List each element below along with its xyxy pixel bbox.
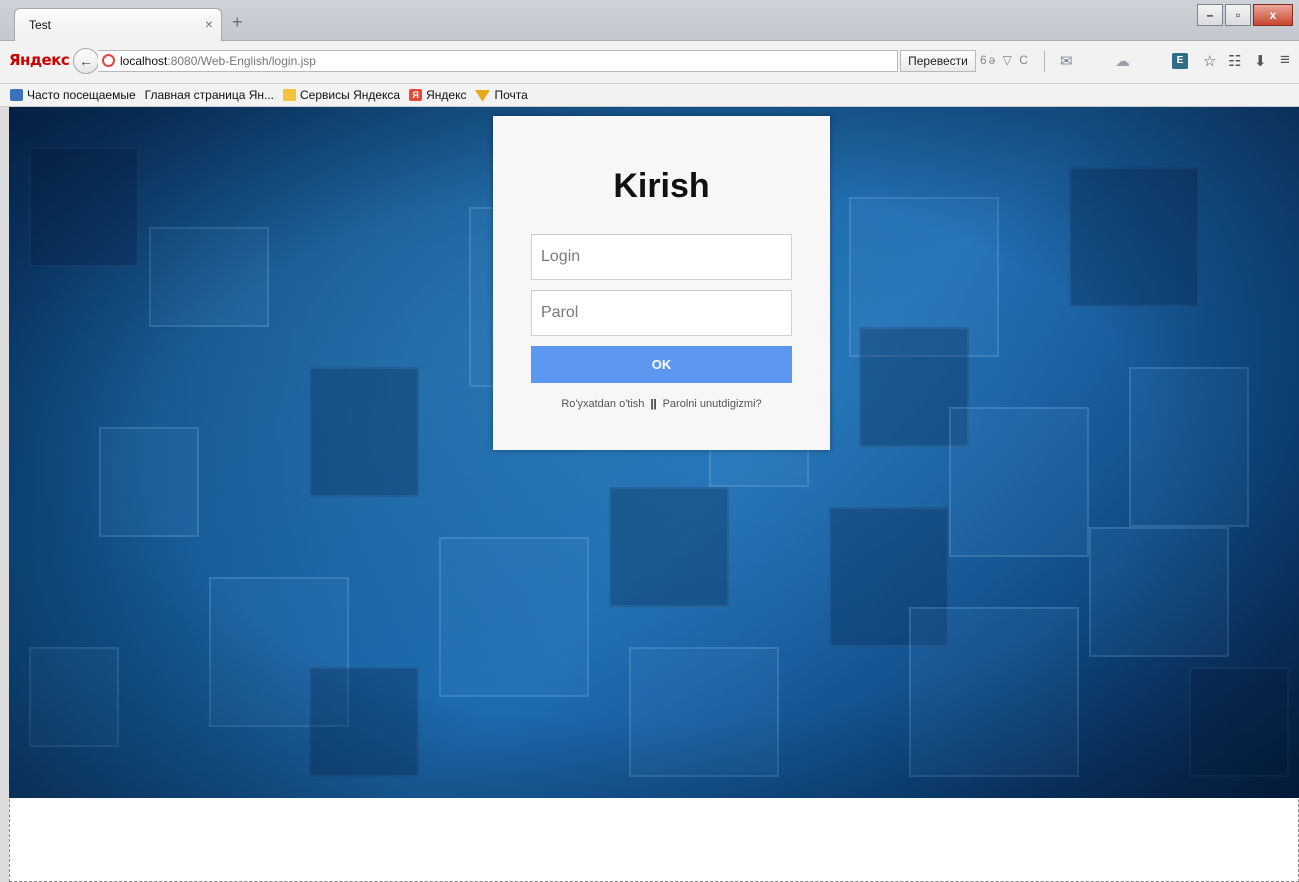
login-title: Kirish [613, 167, 710, 205]
close-window-button[interactable]: x [1253, 4, 1293, 26]
translate-button[interactable]: Перевести [900, 50, 976, 72]
yandex-logo[interactable]: Яндекс [9, 51, 70, 69]
close-tab-icon[interactable]: × [205, 16, 213, 32]
bookmark-label: Почта [494, 88, 528, 102]
bookmark-star-icon[interactable]: ☆ [1203, 52, 1216, 70]
folder-icon [283, 89, 297, 101]
yandex-icon: Я [409, 89, 423, 101]
bookmark-label: Сервисы Яндекса [300, 88, 401, 102]
address-bar[interactable]: localhost:8080/Web-English/login.jsp [98, 50, 898, 72]
auth-links: Ro'yxatdan o'tish || Parolni unutdigizmi? [493, 398, 830, 410]
bookmark-yandex[interactable]: Я Яндекс [409, 88, 466, 102]
login-card: Kirish OK Ro'yxatdan o'tish || Parolni unu… [493, 116, 830, 450]
minimize-button[interactable]: – [1197, 4, 1223, 26]
bookmark-yandex-services[interactable]: Сервисы Яндекса [283, 88, 400, 102]
tab-title: Test [29, 18, 52, 32]
reader-and-reload-icons[interactable]: 6ə ▽ C [980, 53, 1030, 67]
forgot-password-link[interactable]: Parolni unutdigizmi? [663, 398, 762, 410]
address-bar-end [1044, 50, 1045, 72]
tab-strip: Test × + – ▫ x [0, 0, 1299, 41]
site-identity-icon[interactable] [102, 54, 115, 67]
bookmark-label: Главная страница Ян... [144, 88, 275, 102]
new-tab-icon[interactable]: + [232, 12, 243, 33]
hamburger-menu-icon[interactable]: ≡ [1280, 50, 1290, 70]
bookmark-frequent[interactable]: Часто посещаемые [10, 88, 136, 102]
bookmarks-bar: Часто посещаемые Главная страница Ян... … [0, 84, 1299, 882]
login-input[interactable] [531, 234, 792, 280]
password-input[interactable] [531, 290, 792, 336]
frequent-icon [10, 89, 23, 101]
mail-icon [475, 89, 491, 101]
url-host: localhost [120, 54, 168, 68]
url-text[interactable]: localhost:8080/Web-English/login.jsp [120, 54, 316, 68]
url-path: :8080/Web-English/login.jsp [167, 54, 316, 68]
register-link[interactable]: Ro'yxatdan o'tish [561, 398, 644, 410]
back-arrow-icon: ← [79, 53, 93, 69]
mail-icon[interactable]: ✉ [1060, 52, 1073, 70]
bookmarks-menu-icon[interactable]: ☷ [1228, 52, 1241, 70]
bookmark-label: Часто посещаемые [27, 88, 136, 102]
bookmark-mail[interactable]: Почта [475, 88, 528, 102]
download-icon[interactable]: ⬇ [1254, 52, 1267, 70]
window-controls: – ▫ x [1197, 4, 1293, 26]
ok-button[interactable]: OK [531, 346, 792, 383]
page-content: Kirish OK Ro'yxatdan o'tish || Parolni unu… [9, 107, 1299, 798]
bookmark-yandex-home[interactable]: Главная страница Ян... [9, 88, 1299, 882]
back-button[interactable]: ← [73, 48, 99, 74]
nav-bar: Яндекс ← localhost:8080/Web-English/logi… [0, 41, 1299, 84]
browser-tab[interactable]: Test × [14, 8, 222, 41]
bookmark-label: Яндекс [426, 88, 467, 102]
extension-icon[interactable]: E [1172, 53, 1188, 69]
link-separator: || [650, 398, 657, 410]
restore-button[interactable]: ▫ [1225, 4, 1251, 26]
weather-icon[interactable]: ☁ [1115, 52, 1130, 70]
